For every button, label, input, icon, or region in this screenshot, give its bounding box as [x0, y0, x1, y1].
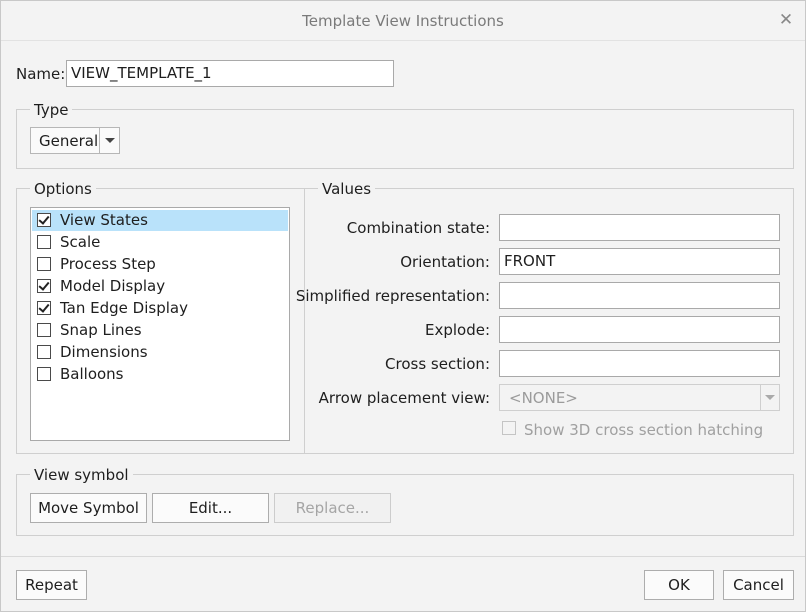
name-label: Name:: [16, 65, 66, 83]
window-title: Template View Instructions: [302, 12, 504, 30]
arrow-placement-value: <NONE>: [509, 389, 578, 407]
type-select-value: General: [39, 132, 99, 150]
cross-section-input[interactable]: [499, 350, 780, 377]
arrow-placement-dropdown: [760, 385, 779, 410]
arrow-placement-label: Arrow placement view:: [318, 389, 490, 407]
explode-label: Explode:: [424, 321, 490, 339]
list-item-label: Tan Edge Display: [60, 299, 188, 317]
list-item[interactable]: Scale: [32, 232, 288, 253]
explode-input[interactable]: [499, 316, 780, 343]
title-bar: Template View Instructions ✕: [1, 1, 805, 41]
checkbox[interactable]: [37, 213, 51, 227]
chevron-down-icon: [765, 395, 775, 400]
orientation-label: Orientation:: [400, 253, 490, 271]
type-group: [16, 109, 794, 169]
list-item[interactable]: Model Display: [32, 276, 288, 297]
show-hatching-label: Show 3D cross section hatching: [524, 421, 764, 439]
checkbox[interactable]: [37, 301, 51, 315]
checkbox[interactable]: [37, 323, 51, 337]
options-values-divider: [304, 188, 305, 454]
move-symbol-button[interactable]: Move Symbol: [30, 493, 147, 523]
list-item[interactable]: Balloons: [32, 364, 288, 385]
chevron-down-icon: [105, 138, 115, 143]
type-legend: Type: [30, 101, 73, 119]
list-item-label: Process Step: [60, 255, 156, 273]
values-legend: Values: [318, 180, 376, 198]
simplified-rep-label: Simplified representation:: [295, 287, 490, 305]
checkbox[interactable]: [37, 345, 51, 359]
replace-button: Replace...: [274, 493, 391, 523]
repeat-button[interactable]: Repeat: [16, 570, 87, 600]
checkbox[interactable]: [37, 257, 51, 271]
checkbox[interactable]: [37, 367, 51, 381]
simplified-rep-input[interactable]: [499, 282, 780, 309]
checkbox[interactable]: [37, 235, 51, 249]
list-item-label: Snap Lines: [60, 321, 142, 339]
edit-button[interactable]: Edit...: [152, 493, 269, 523]
list-item[interactable]: Snap Lines: [32, 320, 288, 341]
arrow-placement-select: <NONE>: [499, 384, 780, 411]
list-item-label: Scale: [60, 233, 101, 251]
checkbox[interactable]: [37, 279, 51, 293]
type-select[interactable]: General: [30, 127, 120, 154]
ok-button[interactable]: OK: [644, 570, 714, 600]
list-item-label: Dimensions: [60, 343, 148, 361]
list-item[interactable]: Tan Edge Display: [32, 298, 288, 319]
show-hatching-checkbox: [502, 421, 516, 435]
view-symbol-legend: View symbol: [30, 466, 133, 484]
type-dropdown-button[interactable]: [99, 128, 119, 153]
close-icon[interactable]: ✕: [777, 10, 795, 30]
footer-divider: [1, 556, 805, 557]
cross-section-label: Cross section:: [385, 355, 490, 373]
combination-state-input[interactable]: [499, 214, 780, 241]
options-list[interactable]: View States Scale Process Step Model Dis…: [30, 207, 290, 441]
name-input[interactable]: VIEW_TEMPLATE_1: [66, 60, 394, 87]
list-item[interactable]: Dimensions: [32, 342, 288, 363]
list-item-label: View States: [60, 211, 148, 229]
combination-state-label: Combination state:: [346, 219, 490, 237]
orientation-input[interactable]: FRONT: [499, 248, 780, 275]
options-legend: Options: [30, 180, 96, 198]
list-item-label: Model Display: [60, 277, 166, 295]
list-item[interactable]: View States: [32, 210, 288, 231]
list-item[interactable]: Process Step: [32, 254, 288, 275]
cancel-button[interactable]: Cancel: [723, 570, 794, 600]
template-view-dialog: Template View Instructions ✕ Name: VIEW_…: [0, 0, 806, 612]
list-item-label: Balloons: [60, 365, 124, 383]
